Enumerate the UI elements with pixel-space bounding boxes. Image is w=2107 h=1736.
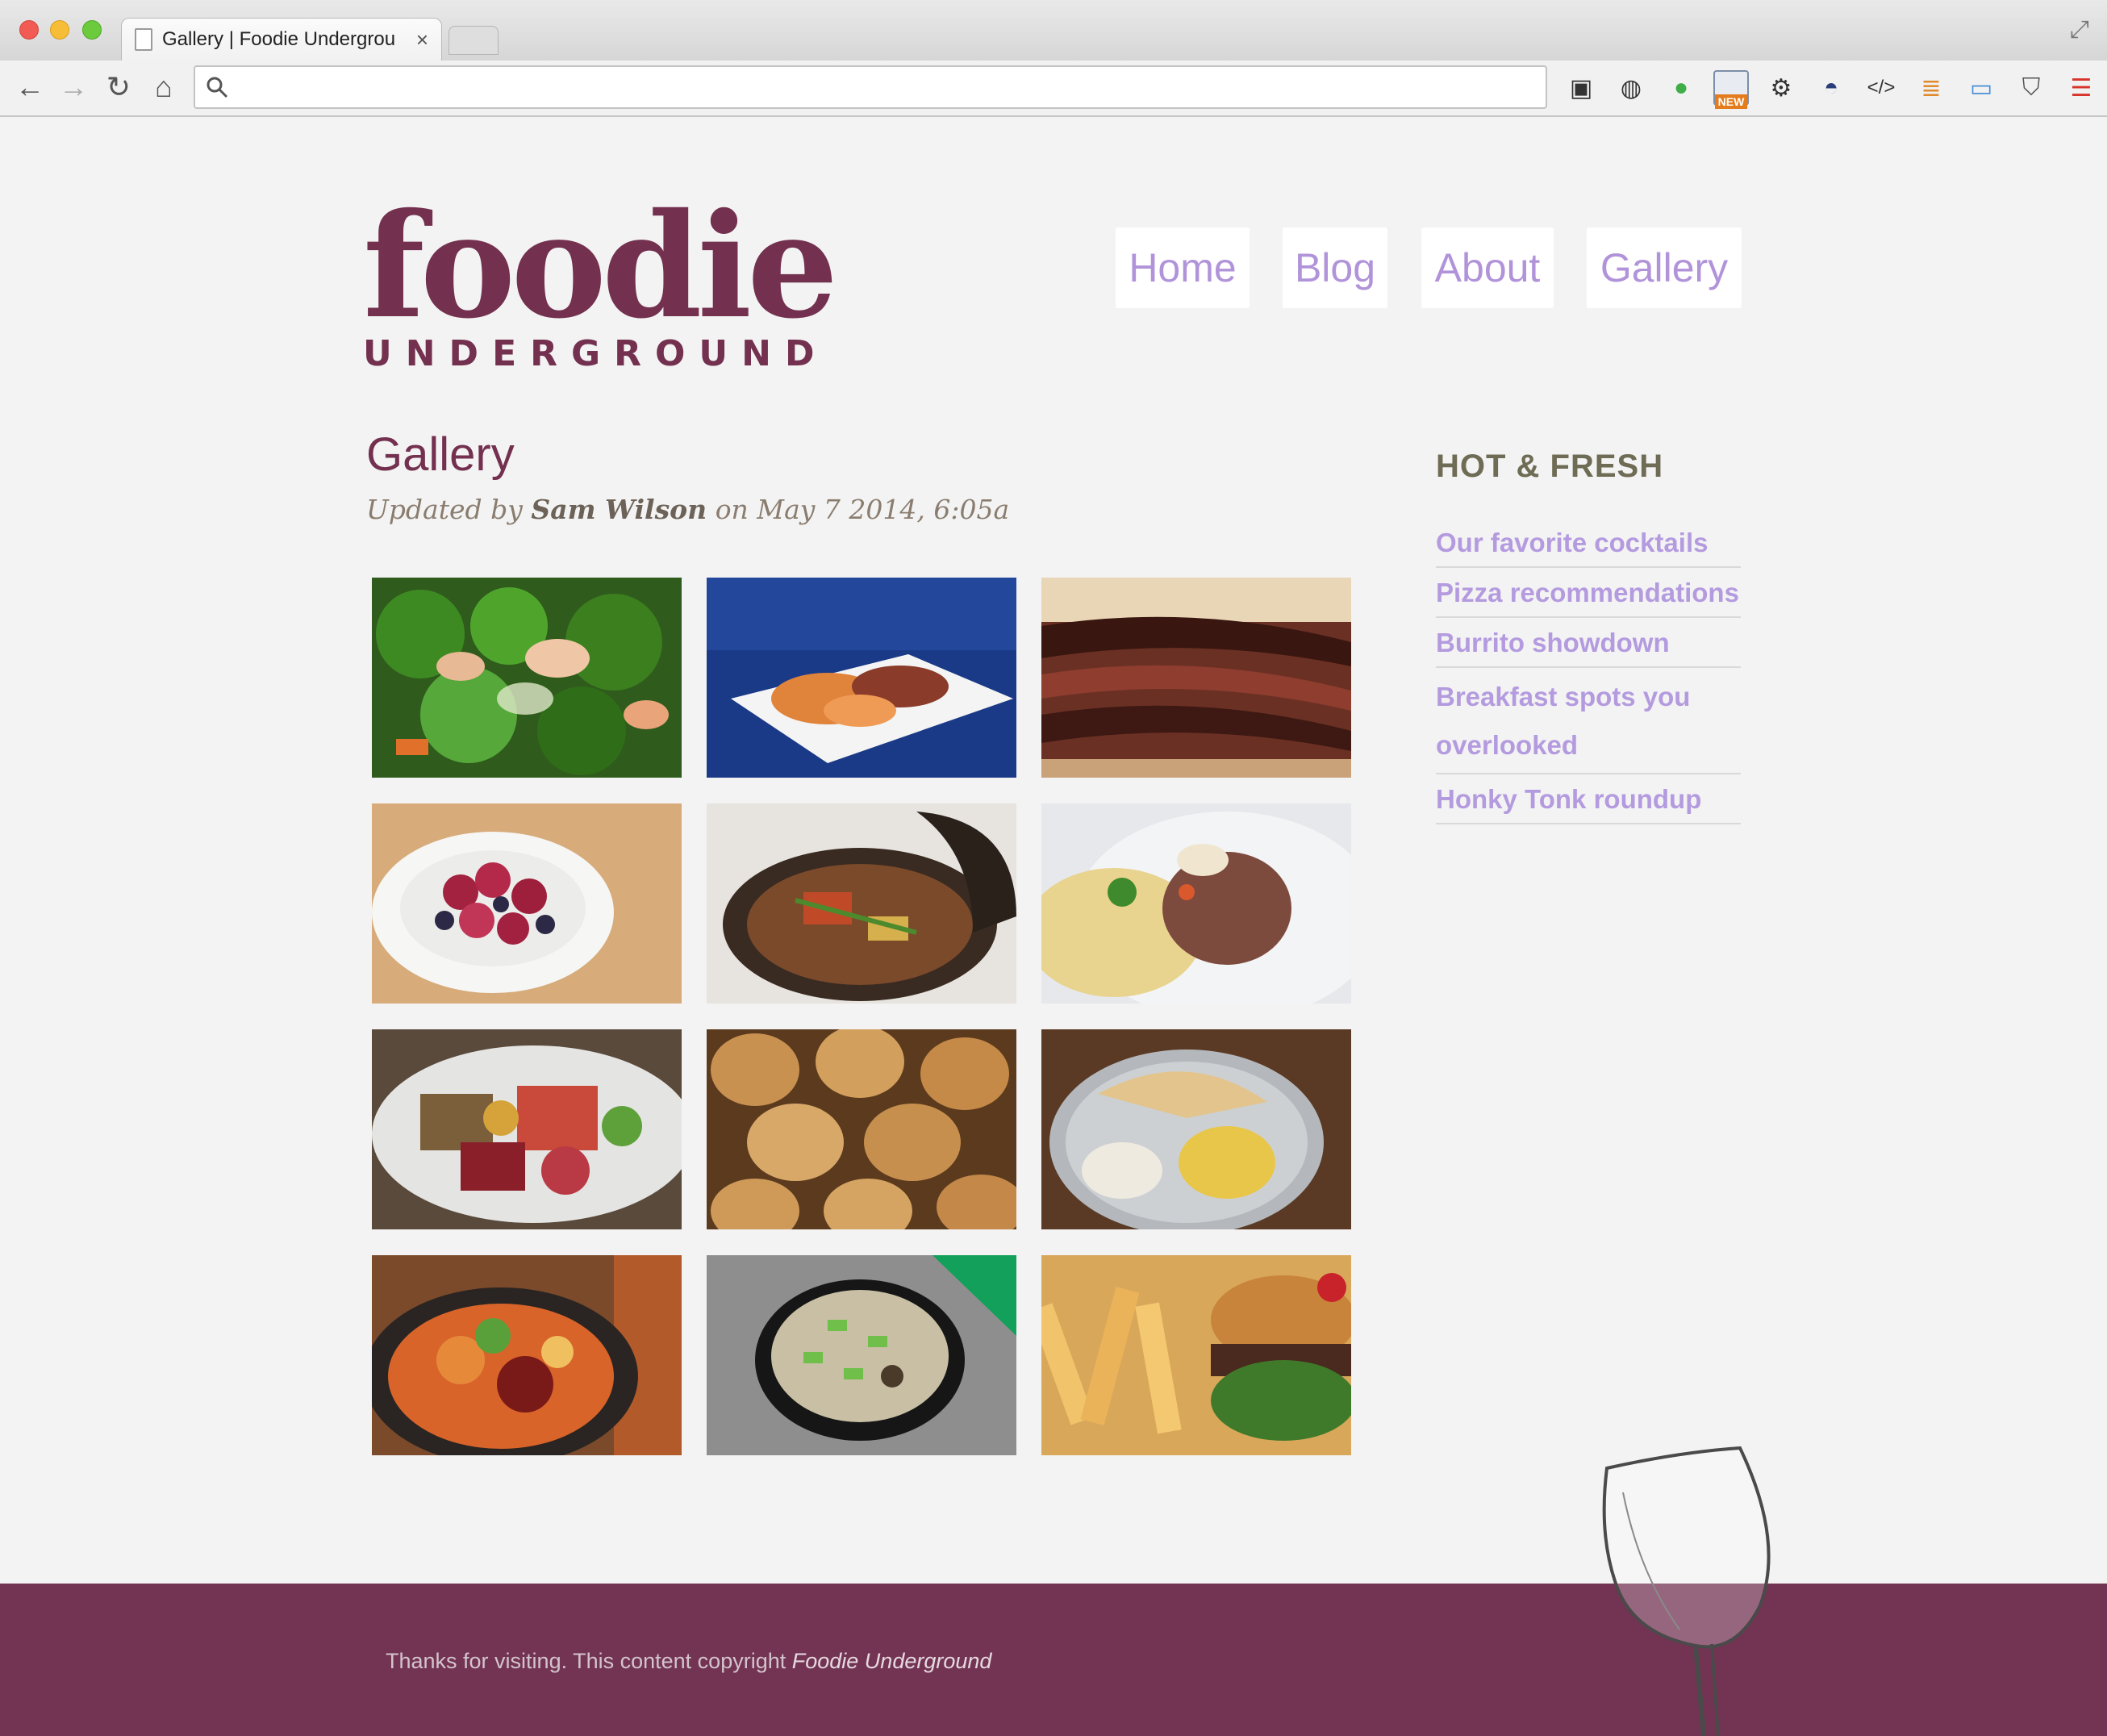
- window-maximize-button[interactable]: [82, 20, 102, 40]
- nav-gallery[interactable]: Gallery: [1587, 227, 1742, 308]
- footer-brand: Foodie Underground: [791, 1649, 992, 1673]
- window-icon[interactable]: ▭: [1963, 70, 1999, 106]
- sidebar-link-burrito[interactable]: Burrito showdown: [1436, 618, 1741, 668]
- byline-prefix: Updated by: [366, 494, 523, 525]
- gallery-photo-11[interactable]: [707, 1255, 1016, 1455]
- pocket-icon[interactable]: ⛉: [2013, 70, 2049, 106]
- byline: Updated by Sam Wilson on May 7 2014, 6:0…: [366, 494, 1009, 525]
- speedometer-icon[interactable]: ◓: [1813, 70, 1849, 106]
- sidebar-links: Our favorite cocktails Pizza recommendat…: [1436, 518, 1741, 824]
- browser-toolbar: ← → ↻ ⌂ ▣ ◍ ● NEW ⚙ ◓ </> ≣ ▭ ⛉ ☰: [0, 61, 2107, 117]
- gallery-photo-9[interactable]: [1041, 1029, 1351, 1229]
- gallery-photo-5[interactable]: [707, 803, 1016, 1004]
- sidebar-title: HOT & FRESH: [1436, 449, 1664, 484]
- window-minimize-button[interactable]: [50, 20, 69, 40]
- extensions-row: ▣ ◍ ● NEW ⚙ ◓ </> ≣ ▭ ⛉ ☰: [1563, 70, 2107, 109]
- page-title: Gallery: [366, 428, 515, 481]
- new-badge-icon[interactable]: NEW: [1713, 70, 1749, 109]
- gallery-photo-12[interactable]: [1041, 1255, 1351, 1455]
- menu-icon[interactable]: ☰: [2063, 70, 2099, 106]
- browser-titlebar: Gallery | Foodie Undergrou × ⤢: [0, 0, 2107, 61]
- sidebar-link-honky-tonk[interactable]: Honky Tonk roundup: [1436, 774, 1741, 824]
- new-tab-button[interactable]: [449, 26, 499, 55]
- fullscreen-icon[interactable]: ⤢: [2070, 16, 2089, 44]
- new-badge-label: NEW: [1715, 94, 1747, 109]
- tab-close-icon[interactable]: ×: [416, 27, 428, 52]
- hangouts-icon[interactable]: ●: [1663, 70, 1699, 106]
- forward-icon[interactable]: →: [55, 69, 92, 106]
- window-close-button[interactable]: [19, 20, 39, 40]
- page-icon: [135, 28, 152, 51]
- gallery-photo-10[interactable]: [372, 1255, 682, 1455]
- gallery-photo-4[interactable]: [372, 803, 682, 1004]
- search-icon: [207, 77, 228, 98]
- gallery-photo-1[interactable]: [372, 578, 682, 778]
- wine-glass-icon: [1602, 1446, 1771, 1736]
- sidebar-link-pizza[interactable]: Pizza recommendations: [1436, 568, 1741, 618]
- gallery-photo-7[interactable]: [372, 1029, 682, 1229]
- logo-main-text: foodie: [363, 182, 838, 350]
- nav-about[interactable]: About: [1421, 227, 1554, 308]
- address-bar[interactable]: [194, 65, 1547, 109]
- gallery-photo-2[interactable]: [707, 578, 1016, 778]
- gallery-photo-6[interactable]: [1041, 803, 1351, 1004]
- home-icon[interactable]: ⌂: [145, 69, 182, 106]
- byline-author: Sam Wilson: [531, 494, 707, 525]
- stack-icon[interactable]: ≣: [1913, 70, 1949, 106]
- nav-home[interactable]: Home: [1116, 227, 1250, 308]
- tab-title: Gallery | Foodie Undergrou: [162, 28, 396, 50]
- footer-copyright: Thanks for visiting. This content copyri…: [386, 1649, 786, 1673]
- nav-blog[interactable]: Blog: [1283, 227, 1387, 308]
- browser-tab[interactable]: Gallery | Foodie Undergrou ×: [121, 18, 442, 61]
- gallery-photo-8[interactable]: [707, 1029, 1016, 1229]
- sidebar-link-breakfast[interactable]: Breakfast spots you overlooked: [1436, 668, 1741, 774]
- byline-date: on May 7 2014, 6:05a: [715, 494, 1010, 525]
- logo-sub-text: UNDERGROUND: [363, 333, 828, 374]
- footer-text: Thanks for visiting. This content copyri…: [386, 1649, 991, 1674]
- gear-icon[interactable]: ⚙: [1763, 70, 1799, 106]
- back-icon[interactable]: ←: [11, 69, 48, 106]
- url-input[interactable]: [239, 72, 1529, 102]
- gallery-photo-3[interactable]: [1041, 578, 1351, 778]
- sidebar-link-cocktails[interactable]: Our favorite cocktails: [1436, 518, 1741, 568]
- code-icon[interactable]: </>: [1863, 70, 1899, 106]
- reload-icon[interactable]: ↻: [100, 69, 137, 106]
- refresh-circle-icon[interactable]: ◍: [1613, 70, 1649, 106]
- site-logo[interactable]: foodie UNDERGROUND: [363, 182, 838, 374]
- camera-icon[interactable]: ▣: [1563, 70, 1599, 106]
